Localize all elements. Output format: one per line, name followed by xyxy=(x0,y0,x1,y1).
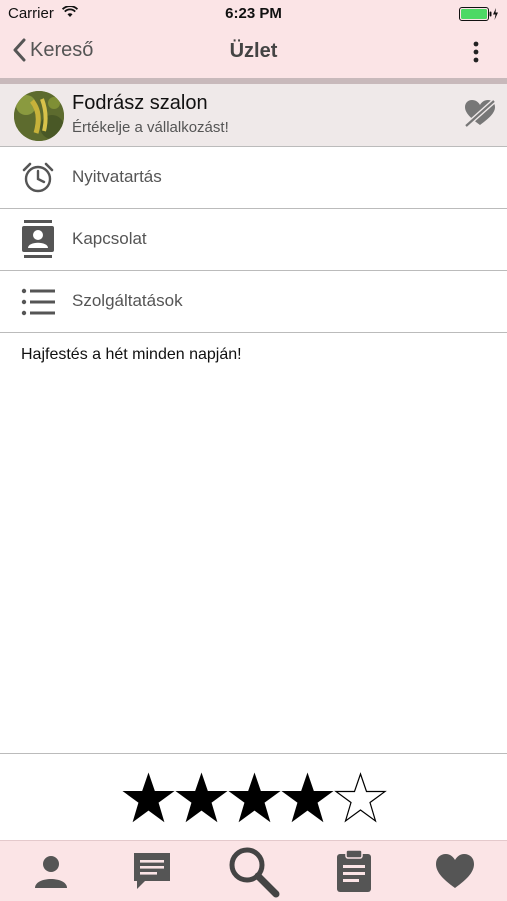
back-button-label: Kereső xyxy=(30,38,94,61)
star-rating[interactable] xyxy=(122,772,387,825)
contact-card-icon xyxy=(20,220,56,258)
star-filled-icon[interactable] xyxy=(228,772,281,825)
menu-item-label: Nyitvatartás xyxy=(72,167,162,186)
navigation-bar: Kereső Üzlet xyxy=(0,28,507,78)
menu-item-label: Szolgáltatások xyxy=(72,291,183,310)
alarm-clock-icon xyxy=(20,161,56,195)
tab-bar xyxy=(0,840,507,901)
tab-messages[interactable] xyxy=(122,845,182,897)
menu-item-opening-hours[interactable]: Nyitvatartás xyxy=(0,147,507,209)
star-filled-icon[interactable] xyxy=(122,772,175,825)
rate-business-link[interactable]: Értékelje a vállalkozást! xyxy=(72,119,229,136)
list-icon xyxy=(20,285,56,319)
tab-profile[interactable] xyxy=(21,845,81,897)
clipboard-icon xyxy=(337,849,371,892)
chevron-left-icon xyxy=(13,38,26,62)
tab-clipboard[interactable] xyxy=(324,845,384,897)
business-description: Hajfestés a hét minden napján! xyxy=(21,346,242,363)
star-filled-icon[interactable] xyxy=(281,772,334,825)
menu-item-contact[interactable]: Kapcsolat xyxy=(0,209,507,271)
star-empty-icon[interactable] xyxy=(334,772,387,825)
business-name: Fodrász szalon xyxy=(72,92,208,114)
back-button[interactable]: Kereső xyxy=(12,38,93,62)
tab-search[interactable] xyxy=(223,845,283,898)
menu-item-services[interactable]: Szolgáltatások xyxy=(0,271,507,333)
search-icon xyxy=(229,847,280,898)
business-avatar xyxy=(14,91,64,141)
person-icon xyxy=(35,856,67,888)
star-filled-icon[interactable] xyxy=(175,772,228,825)
heart-crossed-icon xyxy=(464,99,496,128)
more-options-button[interactable] xyxy=(473,40,479,69)
battery-icon xyxy=(459,7,499,25)
business-header: Fodrász szalon Értékelje a vállalkozást! xyxy=(0,84,507,147)
favorite-toggle-button[interactable] xyxy=(463,98,497,133)
heart-icon xyxy=(436,854,474,888)
status-bar: Carrier 6:23 PM xyxy=(0,0,507,28)
rating-area xyxy=(0,753,507,841)
clock-time: 6:23 PM xyxy=(225,5,282,22)
tab-favorites[interactable] xyxy=(425,845,485,897)
more-vertical-icon xyxy=(473,41,479,63)
chat-icon xyxy=(134,853,170,889)
menu-item-label: Kapcsolat xyxy=(72,229,147,248)
